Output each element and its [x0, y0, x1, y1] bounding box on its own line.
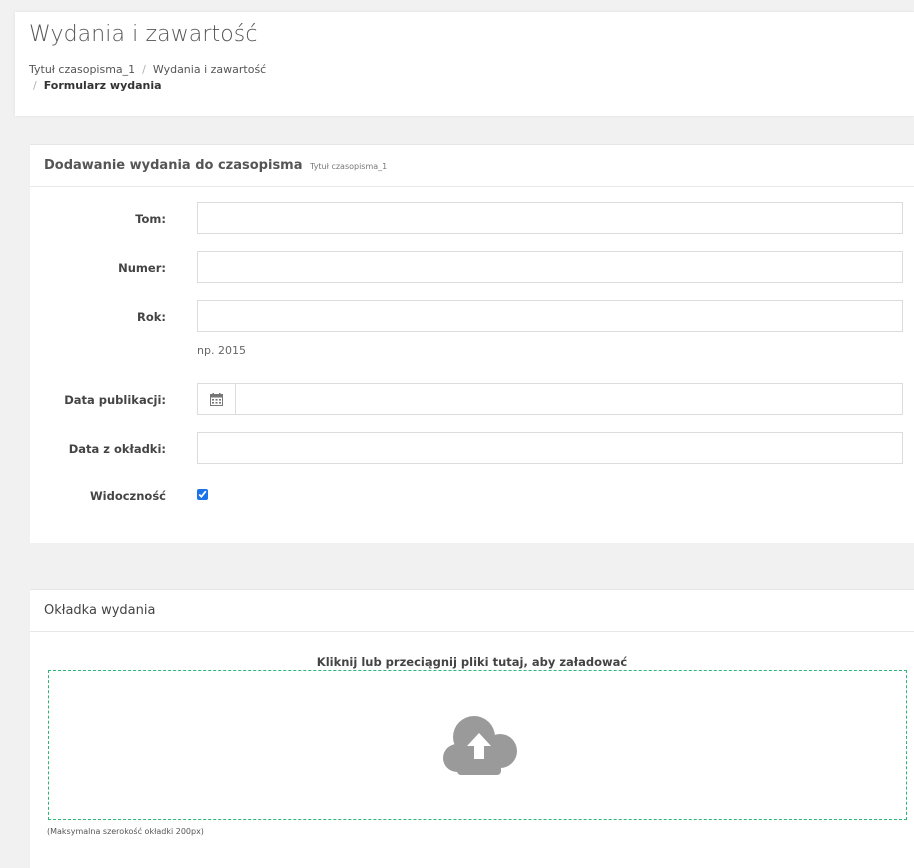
cover-card-header: Okładka wydania — [30, 590, 914, 632]
top-strip — [0, 0, 914, 12]
visibility-label: Widoczność — [89, 489, 166, 503]
cover-card-title: Okładka wydania — [44, 603, 156, 618]
publication-date-group — [197, 383, 903, 415]
volume-input[interactable] — [197, 202, 903, 234]
number-input[interactable] — [197, 251, 903, 283]
dropzone-instruction: Kliknij lub przeciągnij pliki tutaj, aby… — [316, 655, 628, 669]
year-input[interactable] — [197, 300, 903, 332]
breadcrumb-current: Formularz wydania — [43, 79, 162, 92]
cover-size-note: (Maksymalna szerokość okładki 200px) — [47, 827, 204, 836]
page-header: Wydania i zawartość Tytuł czasopisma_1 / W… — [15, 12, 914, 116]
number-label: Numer: — [118, 261, 166, 275]
breadcrumb-separator: / — [142, 63, 146, 76]
issue-form-card: Dodawanie wydania do czasopisma Tytuł cz… — [30, 144, 914, 543]
journal-name: Tytuł czasopisma_1 — [310, 162, 388, 171]
cover-dropzone[interactable] — [48, 670, 907, 820]
cover-date-label: Data z okładki: — [68, 442, 166, 456]
publication-date-input[interactable] — [235, 383, 903, 415]
issue-form-title-text: Dodawanie wydania do czasopisma — [44, 158, 303, 173]
publication-date-label: Data publikacji: — [64, 393, 166, 407]
breadcrumb: Tytuł czasopisma_1 / Wydania i zawartość /… — [29, 62, 469, 94]
cloud-upload-icon — [443, 716, 517, 775]
breadcrumb-item-journal[interactable]: Tytuł czasopisma_1 — [29, 63, 135, 76]
volume-label: Tom: — [135, 212, 166, 226]
year-help-text: np. 2015 — [197, 344, 246, 357]
issue-form-title: Dodawanie wydania do czasopisma Tytuł cz… — [44, 158, 387, 173]
page: Wydania i zawartość Tytuł czasopisma_1 / W… — [0, 0, 914, 868]
breadcrumb-separator: / — [33, 79, 37, 92]
page-title: Wydania i zawartość — [29, 22, 258, 47]
breadcrumb-item-issues[interactable]: Wydania i zawartość — [153, 63, 266, 76]
visibility-checkbox[interactable] — [197, 489, 208, 500]
issue-form-header: Dodawanie wydania do czasopisma Tytuł cz… — [30, 145, 914, 187]
cover-card: Okładka wydania Kliknij lub przeciągnij … — [30, 589, 914, 868]
cover-date-input[interactable] — [197, 432, 903, 464]
calendar-icon[interactable] — [197, 383, 236, 415]
year-label: Rok: — [136, 310, 166, 324]
